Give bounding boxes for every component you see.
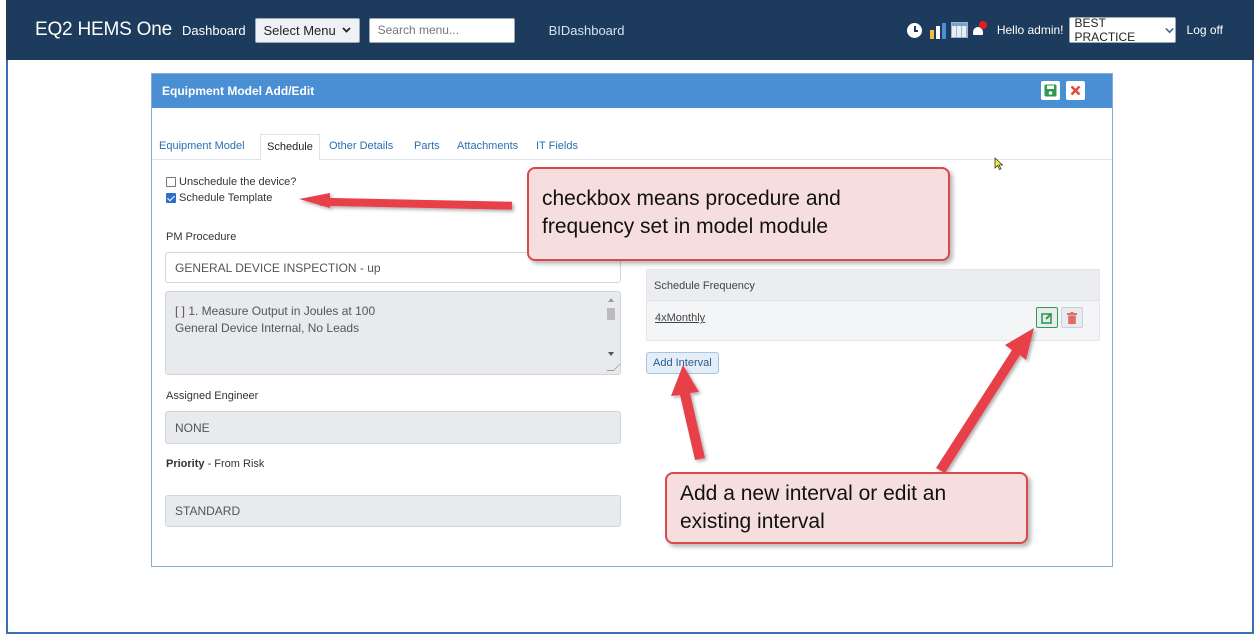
top-navbar: EQ2 HEMS One Dashboard Select Menu Searc… <box>6 0 1254 60</box>
facility-dropdown[interactable]: BEST PRACTICE <box>1068 16 1176 44</box>
clock-icon[interactable] <box>906 22 922 38</box>
bi-dashboard-link[interactable]: BIDashboard <box>549 23 625 38</box>
pm-procedure-label: PM Procedure <box>166 231 237 243</box>
unschedule-checkbox-row[interactable]: Unschedule the device? <box>166 176 296 188</box>
navbar-right: Hello admin! BEST PRACTICE Log off <box>906 0 1254 60</box>
panel-title: Equipment Model Add/Edit <box>162 84 315 98</box>
mouse-cursor-icon <box>994 157 1004 171</box>
close-icon <box>1070 85 1081 96</box>
schedule-template-checkbox-row[interactable]: Schedule Template <box>166 192 272 204</box>
app-brand[interactable]: EQ2 HEMS One <box>35 19 172 41</box>
panel-header: Equipment Model Add/Edit <box>152 74 1112 108</box>
unschedule-label: Unschedule the device? <box>179 176 297 188</box>
bell-icon[interactable] <box>972 20 987 37</box>
template-checkbox-callout: checkbox means procedure and frequency s… <box>527 167 950 261</box>
save-button[interactable] <box>1041 81 1060 100</box>
log-off-link[interactable]: Log off <box>1187 23 1223 37</box>
save-icon <box>1044 84 1057 97</box>
search-placeholder: Search menu... <box>377 23 459 37</box>
callout-line: frequency set in model module <box>542 215 828 238</box>
callout-line: checkbox means procedure and <box>542 187 841 210</box>
assigned-engineer-value: NONE <box>175 420 210 435</box>
scroll-up-icon[interactable] <box>608 298 614 302</box>
procedure-line: [ ] 1. Measure Output in Joules at 100 <box>175 304 376 318</box>
procedure-line: General Device Internal, No Leads <box>175 321 360 335</box>
tab-other-details[interactable]: Other Details <box>329 140 393 152</box>
chevron-down-icon <box>342 27 351 33</box>
priority-field[interactable]: STANDARD <box>165 495 621 527</box>
edit-icon <box>1041 312 1053 324</box>
schedule-frequency-table: Schedule Frequency 4xMonthly <box>646 269 1100 341</box>
add-interval-button[interactable]: Add Interval <box>646 352 719 374</box>
tab-bar: Equipment Model Schedule Other Details P… <box>152 134 1112 161</box>
callout-line: Add a new interval or edit an <box>680 482 947 505</box>
tab-equipment-model[interactable]: Equipment Model <box>159 140 245 152</box>
select-menu-dropdown[interactable]: Select Menu <box>254 17 360 43</box>
assigned-engineer-label: Assigned Engineer <box>166 390 259 402</box>
assigned-engineer-field[interactable]: NONE <box>165 411 621 444</box>
priority-label: Priority <box>166 458 205 470</box>
select-menu-label: Select Menu <box>263 22 336 38</box>
callout-line: existing interval <box>680 510 825 533</box>
chevron-down-icon <box>1165 27 1175 33</box>
frequency-item-link[interactable]: 4xMonthly <box>655 312 705 324</box>
user-greeting: Hello admin! <box>996 23 1064 37</box>
priority-value: STANDARD <box>175 504 241 518</box>
tab-parts[interactable]: Parts <box>414 140 440 152</box>
trash-icon <box>1067 311 1077 324</box>
edit-interval-button[interactable] <box>1036 307 1058 328</box>
add-interval-label: Add Interval <box>653 357 712 369</box>
tab-attachments[interactable]: Attachments <box>457 140 518 152</box>
tab-it-fields[interactable]: IT Fields <box>536 140 578 152</box>
scroll-thumb[interactable] <box>607 308 615 320</box>
calendar-icon[interactable] <box>950 22 968 38</box>
schedule-frequency-header: Schedule Frequency <box>647 270 1099 301</box>
facility-label: BEST PRACTICE <box>1074 16 1136 44</box>
scroll-down-icon[interactable] <box>608 352 614 356</box>
schedule-template-checkbox[interactable] <box>166 193 176 203</box>
pm-procedure-value: GENERAL DEVICE INSPECTION - up <box>175 260 381 275</box>
close-button[interactable] <box>1066 81 1085 100</box>
notification-dot <box>978 20 987 29</box>
dashboard-link[interactable]: Dashboard <box>182 23 246 38</box>
procedure-steps-textarea[interactable]: [ ] 1. Measure Output in Joules at 100 G… <box>165 291 621 375</box>
priority-label-row: Priority - From Risk <box>166 458 264 470</box>
delete-interval-button[interactable] <box>1061 307 1083 328</box>
search-menu-input[interactable]: Search menu... <box>368 17 515 43</box>
unschedule-checkbox[interactable] <box>166 177 176 187</box>
schedule-template-label: Schedule Template <box>179 192 273 204</box>
priority-source: - From Risk <box>204 458 265 470</box>
tab-schedule[interactable]: Schedule <box>260 134 320 161</box>
bar-chart-icon[interactable] <box>929 22 947 39</box>
interval-callout: Add a new interval or edit an existing i… <box>665 472 1028 544</box>
textarea-scrollbar[interactable] <box>606 296 616 370</box>
